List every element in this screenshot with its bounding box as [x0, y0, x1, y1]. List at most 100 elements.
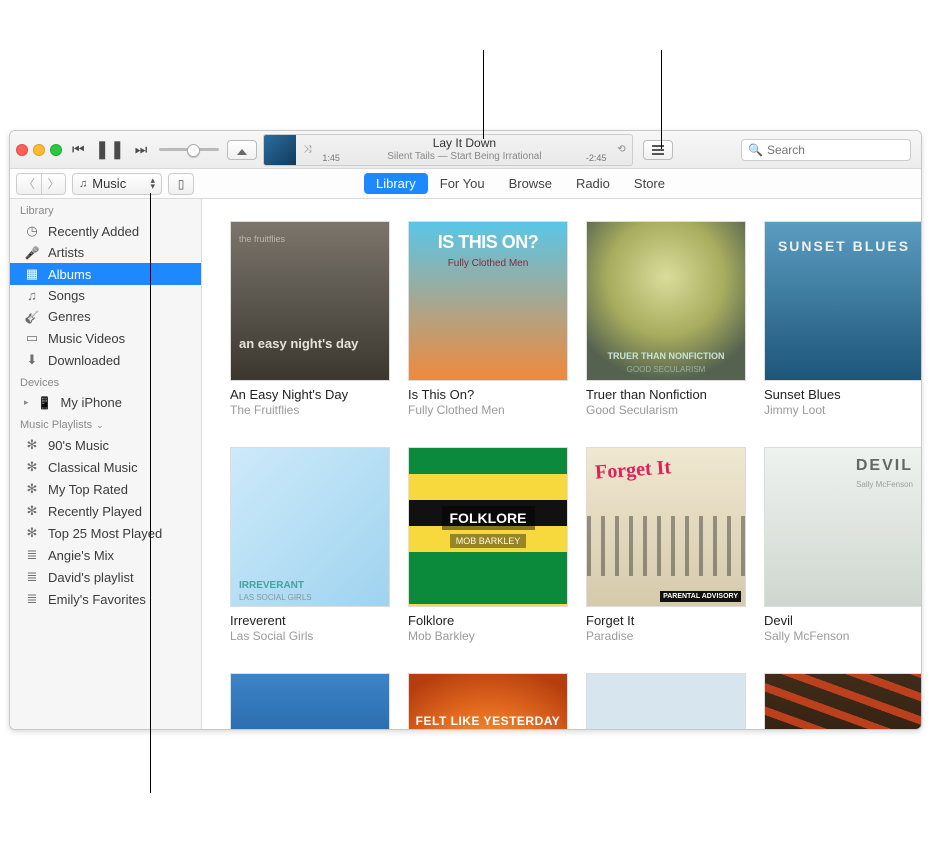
lcd-right-controls: ⟲	[610, 135, 632, 165]
chevron-down-icon[interactable]: ⌄	[96, 420, 104, 431]
download-icon	[24, 352, 40, 368]
sidebar-item-label: Albums	[48, 267, 91, 282]
album-cover[interactable]: an easy night's daythe fruitflies	[230, 221, 390, 381]
sidebar-item-emily-s-favorites[interactable]: Emily's Favorites	[10, 588, 201, 610]
album-artist: Fully Clothed Men	[408, 403, 568, 417]
transport-controls: ⏮ ❚❚ ⏭	[72, 139, 147, 160]
now-playing-title: Lay It Down	[433, 137, 496, 150]
chevron-right-icon[interactable]: ▸	[24, 397, 29, 408]
cover-subcaption: Fully Clothed Men	[409, 258, 567, 269]
album-item[interactable]: HOLIDAY STANDARDS	[230, 673, 390, 729]
sidebar-item-genres[interactable]: Genres	[10, 306, 201, 327]
album-title: Irreverent	[230, 613, 390, 628]
cover-subcaption: LAS SOCIAL GIRLS	[239, 593, 312, 602]
sidebar-item-recently-played[interactable]: Recently Played	[10, 500, 201, 522]
mic-icon	[24, 245, 40, 260]
album-cover[interactable]	[586, 673, 746, 729]
cover-caption: an easy night's day	[239, 336, 381, 352]
sidebar-item-label: Recently Played	[48, 504, 142, 519]
back-button[interactable]: 〈	[17, 174, 41, 194]
album-item[interactable]: IS THIS ON?Fully Clothed MenIs This On?F…	[408, 221, 568, 417]
album-item[interactable]: SUNSET BLUESSunset BluesJimmy Loot	[764, 221, 921, 417]
now-playing-info[interactable]: Lay It Down Silent Tails — Start Being I…	[318, 135, 610, 165]
sidebar-item-downloaded[interactable]: Downloaded	[10, 349, 201, 371]
media-type-picker[interactable]: ♫ Music ▴▾	[72, 173, 162, 195]
sidebar-item-angie-s-mix[interactable]: Angie's Mix	[10, 544, 201, 566]
album-item[interactable]	[764, 673, 921, 729]
album-cover[interactable]: HOLIDAY STANDARDS	[230, 673, 390, 729]
sidebar-item-songs[interactable]: Songs	[10, 285, 201, 306]
media-type-label: Music	[92, 176, 126, 191]
search-field[interactable]: 🔍	[741, 139, 911, 161]
album-item[interactable]: an easy night's daythe fruitfliesAn Easy…	[230, 221, 390, 417]
elapsed-time: 1:45	[322, 154, 340, 164]
album-cover[interactable]: FELT LIKE YESTERDAYscalawag state	[408, 673, 568, 729]
tab-browse[interactable]: Browse	[497, 173, 564, 194]
album-cover[interactable]: IS THIS ON?Fully Clothed Men	[408, 221, 568, 381]
sidebar-item-my-iphone[interactable]: ▸ My iPhone	[10, 392, 201, 413]
play-pause-button[interactable]: ❚❚	[95, 139, 125, 160]
album-cover[interactable]: FOLKLOREMOB BARKLEY	[408, 447, 568, 607]
sidebar-item-my-top-rated[interactable]: My Top Rated	[10, 478, 201, 500]
sidebar-item-albums[interactable]: Albums	[10, 263, 201, 285]
navigation-row: 〈 〉 ♫ Music ▴▾ ▯ LibraryFor YouBrowseRad…	[10, 169, 921, 199]
sidebar-item-label: Songs	[48, 288, 85, 303]
callout-line	[661, 50, 662, 149]
album-cover[interactable]: SUNSET BLUES	[764, 221, 921, 381]
sidebar-item-david-s-playlist[interactable]: David's playlist	[10, 566, 201, 588]
sidebar-item-music-videos[interactable]: Music Videos	[10, 327, 201, 349]
clock-icon	[24, 223, 40, 239]
cover-subcaption: Sally McFenson	[856, 480, 913, 489]
gear-icon	[24, 459, 40, 475]
previous-track-button[interactable]: ⏮	[72, 141, 85, 158]
sidebar-item-artists[interactable]: Artists	[10, 242, 201, 263]
shuffle-button[interactable]: ⤨	[303, 144, 311, 155]
album-cover[interactable]: DEVILSally McFenson	[764, 447, 921, 607]
sidebar-item-label: Music Videos	[48, 331, 125, 346]
now-playing-artwork[interactable]	[264, 135, 296, 165]
album-artist: Sally McFenson	[764, 629, 921, 643]
sidebar-item-recently-added[interactable]: Recently Added	[10, 220, 201, 242]
window-zoom-button[interactable]	[50, 144, 62, 156]
album-cover[interactable]: Forget ItPARENTAL ADVISORY	[586, 447, 746, 607]
album-item[interactable]: DEVILSally McFensonDevilSally McFenson	[764, 447, 921, 643]
device-button[interactable]: ▯	[168, 173, 194, 195]
tab-library[interactable]: Library	[364, 173, 428, 194]
sidebar-item-label: 90's Music	[48, 438, 109, 453]
callout-line	[483, 50, 484, 139]
album-item[interactable]: TRUER THAN NONFICTIONGOOD SECULARISMTrue…	[586, 221, 746, 417]
now-playing-subtitle: Silent Tails — Start Being Irrational	[387, 151, 541, 162]
search-input[interactable]	[767, 143, 904, 157]
volume-slider[interactable]	[159, 148, 219, 151]
body: LibraryRecently AddedArtistsAlbumsSongsG…	[10, 199, 921, 729]
album-title: Sunset Blues	[764, 387, 921, 402]
sidebar-item-label: Angie's Mix	[48, 548, 114, 563]
song-icon	[24, 288, 40, 303]
album-cover[interactable]: TRUER THAN NONFICTIONGOOD SECULARISM	[586, 221, 746, 381]
tab-for-you[interactable]: For You	[428, 173, 497, 194]
sidebar-item-label: My iPhone	[61, 395, 122, 410]
forward-button[interactable]: 〉	[41, 174, 65, 194]
album-item[interactable]: FELT LIKE YESTERDAYscalawag state	[408, 673, 568, 729]
tab-store[interactable]: Store	[622, 173, 677, 194]
tab-radio[interactable]: Radio	[564, 173, 622, 194]
airplay-button[interactable]	[227, 140, 257, 160]
up-next-button[interactable]	[643, 140, 673, 160]
repeat-button[interactable]: ⟲	[617, 144, 625, 155]
sidebar-item-classical-music[interactable]: Classical Music	[10, 456, 201, 478]
album-item[interactable]: Forget ItPARENTAL ADVISORYForget ItParad…	[586, 447, 746, 643]
search-icon: 🔍	[748, 143, 763, 157]
window-minimize-button[interactable]	[33, 144, 45, 156]
sidebar-item-top-25-most-played[interactable]: Top 25 Most Played	[10, 522, 201, 544]
album-item[interactable]: IRREVERANTLAS SOCIAL GIRLSIrreverentLas …	[230, 447, 390, 643]
window-close-button[interactable]	[16, 144, 28, 156]
album-icon	[24, 266, 40, 282]
album-title: Is This On?	[408, 387, 568, 402]
sidebar-item-90-s-music[interactable]: 90's Music	[10, 434, 201, 456]
album-cover[interactable]	[764, 673, 921, 729]
album-item[interactable]: FOLKLOREMOB BARKLEYFolkloreMob Barkley	[408, 447, 568, 643]
album-item[interactable]	[586, 673, 746, 729]
next-track-button[interactable]: ⏭	[135, 141, 148, 158]
album-cover[interactable]: IRREVERANTLAS SOCIAL GIRLS	[230, 447, 390, 607]
list-icon	[24, 591, 40, 607]
